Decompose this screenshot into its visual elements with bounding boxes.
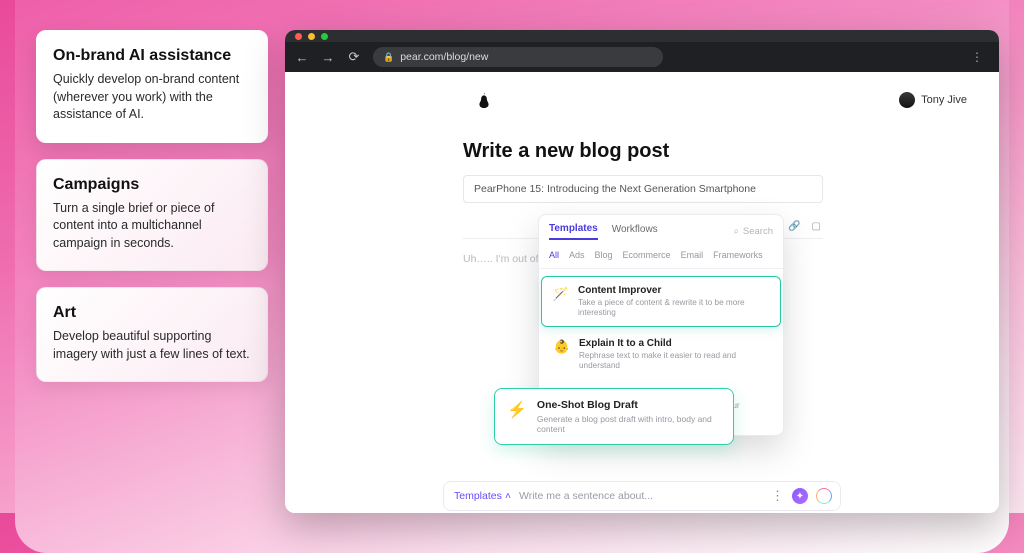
image-icon[interactable]: ▢ bbox=[812, 221, 821, 232]
ai-icon[interactable] bbox=[816, 488, 832, 504]
enhance-icon[interactable]: ✦ bbox=[792, 488, 808, 504]
user-menu[interactable]: Tony Jive bbox=[899, 92, 967, 108]
more-options-icon[interactable]: ⋮ bbox=[771, 488, 784, 504]
template-content-improver[interactable]: 🪄 Content Improver Take a piece of conte… bbox=[541, 276, 781, 327]
templates-button[interactable]: Templates ˄ bbox=[454, 490, 511, 502]
feature-card-list: On-brand AI assistance Quickly develop o… bbox=[36, 30, 268, 382]
feature-card-art[interactable]: Art Develop beautiful supporting imagery… bbox=[36, 287, 268, 382]
popover-tabs: Templates Workflows ⌕ Search bbox=[539, 215, 783, 246]
feature-card-ai-assistance[interactable]: On-brand AI assistance Quickly develop o… bbox=[36, 30, 268, 143]
post-title-input[interactable] bbox=[463, 175, 823, 203]
popover-filters: All Ads Blog Ecommerce Email Frameworks bbox=[539, 246, 783, 269]
minimize-window-icon[interactable] bbox=[308, 33, 315, 40]
back-icon[interactable]: ← bbox=[295, 50, 309, 65]
child-icon: 👶 bbox=[553, 338, 571, 356]
template-explain-child[interactable]: 👶 Explain It to a Child Rephrase text to… bbox=[543, 330, 779, 379]
user-name: Tony Jive bbox=[921, 94, 967, 106]
forward-icon[interactable]: → bbox=[321, 50, 335, 65]
reload-icon[interactable]: ⟳ bbox=[347, 49, 361, 65]
tab-templates[interactable]: Templates bbox=[549, 223, 598, 240]
app-topbar: Tony Jive bbox=[285, 92, 999, 108]
prompt-bar: Templates ˄ Write me a sentence about...… bbox=[443, 481, 841, 511]
browser-toolbar: ← → ⟳ 🔒 pear.com/blog/new ⋮ bbox=[285, 42, 999, 72]
template-desc: Take a piece of content & rewrite it to … bbox=[578, 298, 770, 318]
filter-email[interactable]: Email bbox=[681, 250, 704, 260]
url-text: pear.com/blog/new bbox=[400, 51, 488, 63]
feature-card-title: Campaigns bbox=[53, 176, 251, 194]
template-title: One-Shot Blog Draft bbox=[537, 399, 721, 411]
avatar bbox=[899, 92, 915, 108]
filter-frameworks[interactable]: Frameworks bbox=[713, 250, 763, 260]
feature-card-title: On-brand AI assistance bbox=[53, 47, 251, 65]
chevron-up-icon: ˄ bbox=[505, 490, 511, 502]
pear-logo-icon bbox=[477, 92, 491, 108]
feature-card-title: Art bbox=[53, 304, 251, 322]
template-desc: Rephrase text to make it easier to read … bbox=[579, 351, 769, 371]
prompt-input[interactable]: Write me a sentence about... bbox=[519, 490, 653, 502]
window-controls bbox=[285, 30, 999, 42]
feature-card-desc: Quickly develop on-brand content (wherev… bbox=[53, 71, 251, 124]
tab-workflows[interactable]: Workflows bbox=[612, 224, 658, 239]
template-title: Content Improver bbox=[578, 285, 770, 296]
url-bar[interactable]: 🔒 pear.com/blog/new bbox=[373, 47, 663, 67]
search-placeholder: Search bbox=[743, 226, 773, 237]
filter-ecommerce[interactable]: Ecommerce bbox=[623, 250, 671, 260]
page-title: Write a new blog post bbox=[463, 140, 823, 163]
template-title: Explain It to a Child bbox=[579, 338, 769, 349]
popover-search[interactable]: ⌕ Search bbox=[734, 226, 773, 237]
link-icon[interactable]: 🔗 bbox=[788, 221, 800, 232]
feature-card-campaigns[interactable]: Campaigns Turn a single brief or piece o… bbox=[36, 159, 268, 272]
page-content: Tony Jive Write a new blog post ↶ ↷ Norm… bbox=[285, 72, 999, 513]
feature-card-desc: Turn a single brief or piece of content … bbox=[53, 200, 251, 253]
close-window-icon[interactable] bbox=[295, 33, 302, 40]
filter-ads[interactable]: Ads bbox=[569, 250, 585, 260]
wand-icon: 🪄 bbox=[552, 285, 570, 303]
template-one-shot-blog[interactable]: ⚡ One-Shot Blog Draft Generate a blog po… bbox=[494, 388, 734, 445]
lock-icon: 🔒 bbox=[383, 52, 394, 63]
browser-window: ← → ⟳ 🔒 pear.com/blog/new ⋮ Tony Jive Wr… bbox=[285, 30, 999, 513]
template-desc: Generate a blog post draft with intro, b… bbox=[537, 414, 721, 434]
filter-blog[interactable]: Blog bbox=[595, 250, 613, 260]
maximize-window-icon[interactable] bbox=[321, 33, 328, 40]
search-icon: ⌕ bbox=[734, 226, 739, 237]
browser-menu-icon[interactable]: ⋮ bbox=[971, 50, 989, 64]
feature-card-desc: Develop beautiful supporting imagery wit… bbox=[53, 328, 251, 363]
filter-all[interactable]: All bbox=[549, 250, 559, 260]
bolt-icon: ⚡ bbox=[507, 399, 527, 421]
